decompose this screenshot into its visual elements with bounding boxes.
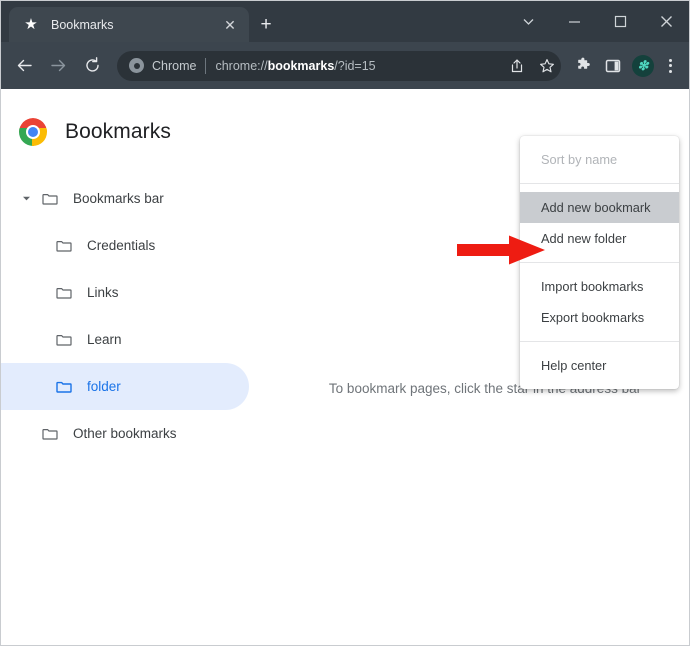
minimize-icon[interactable] <box>551 1 597 42</box>
sidebar-item-label: Credentials <box>87 238 155 253</box>
menu-item-add-new-bookmark[interactable]: Add new bookmark <box>520 192 679 223</box>
omnibox-url: chrome://bookmarks/?id=15 <box>215 59 375 73</box>
sidebar-item-label: Other bookmarks <box>73 426 177 441</box>
url-suffix: /?id=15 <box>334 59 375 73</box>
side-panel-icon[interactable] <box>599 52 627 80</box>
menu-separator <box>520 341 679 342</box>
folder-icon <box>41 190 59 208</box>
dot <box>669 70 672 73</box>
maximize-icon[interactable] <box>597 1 643 42</box>
folder-icon <box>55 378 73 396</box>
bookmark-star-icon[interactable] <box>533 52 561 80</box>
page-title: Bookmarks <box>65 120 171 144</box>
sidebar-item-label: Bookmarks bar <box>73 191 164 206</box>
sidebar-item-learn[interactable]: Learn <box>1 316 281 363</box>
close-tab-icon[interactable]: ✕ <box>221 16 239 34</box>
url-prefix: chrome:// <box>215 59 267 73</box>
tab-strip: ★ Bookmarks ✕ + <box>1 1 689 42</box>
extensions-puzzle-icon[interactable] <box>569 52 597 80</box>
dot <box>669 59 672 62</box>
folder-icon <box>55 237 73 255</box>
menu-item-export-bookmarks[interactable]: Export bookmarks <box>520 302 679 333</box>
sidebar-item-credentials[interactable]: Credentials <box>1 222 281 269</box>
window-controls <box>505 1 689 42</box>
sidebar-item-label: folder <box>87 379 121 394</box>
chrome-menu-icon[interactable] <box>657 52 683 80</box>
browser-toolbar: Chrome chrome://bookmarks/?id=15 ❇ <box>1 42 689 89</box>
omnibox-actions <box>501 52 561 80</box>
bookmarks-page: Bookmarks Bookmarks bar Credentials <box>1 89 689 645</box>
folder-icon <box>55 284 73 302</box>
sidebar-item-bookmarks-bar[interactable]: Bookmarks bar <box>1 175 281 222</box>
forward-button[interactable] <box>43 51 73 81</box>
omnibox-divider <box>205 58 206 74</box>
logo-blue <box>26 125 40 139</box>
sidebar-item-other-bookmarks[interactable]: Other bookmarks <box>1 410 281 457</box>
dot <box>669 64 672 67</box>
menu-separator <box>520 183 679 184</box>
share-icon[interactable] <box>503 52 531 80</box>
bookmarks-tree: Bookmarks bar Credentials Links Learn <box>1 175 281 457</box>
tab-label: Bookmarks <box>51 18 221 32</box>
chrome-app-icon <box>129 58 144 73</box>
menu-item-help-center[interactable]: Help center <box>520 350 679 381</box>
tab-search-icon[interactable] <box>505 1 551 42</box>
close-icon[interactable] <box>643 1 689 42</box>
chevron-down-icon[interactable] <box>19 192 33 206</box>
star-icon: ★ <box>23 17 39 33</box>
browser-window: ★ Bookmarks ✕ + <box>0 0 690 646</box>
url-highlight: bookmarks <box>268 59 335 73</box>
new-tab-button[interactable]: + <box>254 14 278 38</box>
menu-item-sort-by-name[interactable]: Sort by name <box>520 144 679 175</box>
sidebar-item-label: Learn <box>87 332 122 347</box>
sidebar-item-links[interactable]: Links <box>1 269 281 316</box>
avatar: ❇ <box>632 55 654 77</box>
menu-item-import-bookmarks[interactable]: Import bookmarks <box>520 271 679 302</box>
sidebar-item-folder[interactable]: folder <box>1 363 249 410</box>
browser-tab-bookmarks[interactable]: ★ Bookmarks ✕ <box>9 7 249 42</box>
chrome-logo-icon <box>19 118 47 146</box>
back-button[interactable] <box>9 51 39 81</box>
address-bar[interactable]: Chrome chrome://bookmarks/?id=15 <box>117 51 561 81</box>
reload-button[interactable] <box>77 51 107 81</box>
folder-icon <box>41 425 59 443</box>
omnibox-scheme-label: Chrome <box>152 59 196 73</box>
profile-avatar[interactable]: ❇ <box>629 52 657 80</box>
annotation-arrow-icon <box>457 235 547 265</box>
folder-icon <box>55 331 73 349</box>
sidebar-item-label: Links <box>87 285 119 300</box>
